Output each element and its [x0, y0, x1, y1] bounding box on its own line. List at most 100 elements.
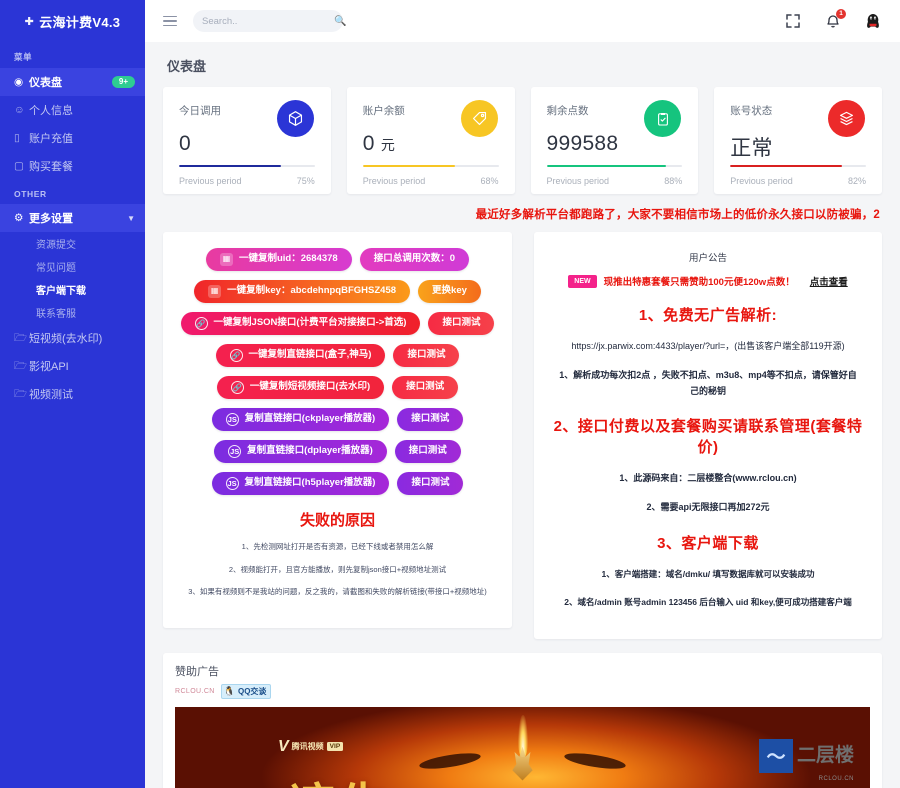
- copy-ckplayer-link-button[interactable]: JS 复制直链接口(ckplayer播放器): [211, 408, 390, 431]
- page-content: . 仪表盘 今日调用 0 Previous period 75%: [145, 42, 900, 788]
- section-1-title: 1、免费无广告解析:: [638, 307, 778, 324]
- button-label: 接口测试: [442, 317, 481, 329]
- link-icon: 🔗: [230, 381, 244, 394]
- api-test-button[interactable]: 接口测试: [392, 376, 459, 399]
- watermark-subtext: RCLOU.CN: [818, 775, 854, 782]
- grid-icon: ▦: [219, 253, 233, 266]
- announcement-title: 用户公告: [688, 253, 727, 264]
- folder-icon: 🗁: [14, 387, 28, 400]
- section-2-title: 2、接口付费以及套餐购买请联系管理(套餐特价): [553, 418, 863, 457]
- stat-progress-track: [362, 164, 499, 167]
- failure-reason-item: 3、如果有视频则不是我站的问题，反之我的，请截图和失败的解析链接(带接口+视频地…: [188, 587, 487, 596]
- sidebar-subitem-faq[interactable]: 常见问题: [0, 255, 145, 278]
- api-test-button[interactable]: 接口测试: [397, 408, 464, 431]
- sidebar-subitem-label: 常见问题: [36, 263, 76, 274]
- new-badge: NEW: [568, 274, 597, 288]
- stat-progress-fill: [179, 164, 281, 167]
- api-test-button[interactable]: 接口测试: [394, 440, 461, 463]
- button-label: 接口测试: [411, 413, 450, 425]
- button-label: 接口测试: [408, 445, 447, 457]
- grid-icon: ▦: [208, 285, 222, 298]
- stat-progress-fill: [730, 164, 842, 167]
- cart-icon: ▢: [14, 159, 24, 172]
- stat-unit: 元: [380, 137, 396, 153]
- sidebar-item-recharge[interactable]: ▯ 账户充值: [0, 124, 145, 152]
- sidebar-item-dashboard[interactable]: ◉ 仪表盘 9+: [0, 68, 145, 96]
- failure-reason-item: 1、先检测网址打开是否有资源，已经下线或者禁用怎么解: [241, 542, 434, 551]
- topbar-actions: 1: [784, 9, 882, 30]
- api-test-button[interactable]: 接口测试: [393, 344, 460, 367]
- fullscreen-icon[interactable]: [784, 12, 802, 30]
- sidebar-item-buy-package[interactable]: ▢ 购买套餐: [0, 152, 145, 180]
- copy-uid-button[interactable]: ▦ 一键复制uid：2684378: [205, 248, 352, 271]
- stat-number: 0: [362, 132, 375, 155]
- sidebar-subitem-contact-support[interactable]: 联系客服: [0, 301, 145, 324]
- button-label: 一键复制uid：2684378: [238, 253, 338, 265]
- sidebar-item-more-settings[interactable]: ⚙ 更多设置 ▼: [0, 204, 145, 232]
- sidebar-item-profile[interactable]: ☺ 个人信息: [0, 96, 145, 124]
- section-2-note-1: 1、此源码来自：二层楼整合(www.rclou.cn): [619, 473, 797, 484]
- button-row: JS 复制直链接口(ckplayer播放器) 接口测试: [173, 408, 502, 431]
- tag-icon: [460, 100, 498, 137]
- change-key-button[interactable]: 更换key: [418, 280, 481, 303]
- qq-penguin-icon[interactable]: [864, 12, 882, 30]
- sidebar-item-label: 个人信息: [29, 105, 73, 117]
- button-row: 🔗 一键复制JSON接口(计费平台对接接口->首选) 接口测试: [173, 312, 502, 335]
- qq-chat-label: QQ交谈: [237, 686, 267, 696]
- js-icon: JS: [225, 413, 239, 426]
- qq-penguin-icon: 🐧: [223, 685, 235, 696]
- announcement-link-label: 点击查看: [809, 277, 848, 288]
- copy-key-button[interactable]: ▦ 一键复制key：abcdehnpqBFGHSZ458: [194, 280, 411, 303]
- sidebar-item-video-test[interactable]: 🗁 视频测试: [0, 380, 145, 408]
- copy-json-api-button[interactable]: 🔗 一键复制JSON接口(计费平台对接接口->首选): [180, 312, 421, 335]
- sidebar-section-menu: 菜单: [14, 52, 33, 62]
- copy-short-video-api-button[interactable]: 🔗 一键复制短视频接口(去水印): [216, 376, 385, 399]
- ad-banner-image[interactable]: V 腾讯视频 VIP 凉生 〜 二层楼 RCLOU.CN: [175, 706, 870, 788]
- bell-badge-count: 1: [836, 9, 846, 19]
- gear-icon: ⚙: [14, 211, 24, 224]
- ad-title: 赞助广告: [175, 665, 219, 678]
- api-test-button[interactable]: 接口测试: [428, 312, 495, 335]
- js-icon: JS: [228, 445, 242, 458]
- button-row: 🔗 一键复制短视频接口(去水印) 接口测试: [173, 376, 502, 399]
- announcement-view-link[interactable]: 点击查看: [810, 274, 848, 288]
- hamburger-icon[interactable]: [159, 12, 181, 31]
- sidebar-subitem-resource-submit[interactable]: 资源提交: [0, 232, 145, 255]
- qq-chat-badge[interactable]: 🐧 QQ交谈: [220, 683, 272, 699]
- copy-dplayer-link-button[interactable]: JS 复制直链接口(dplayer播放器): [214, 440, 387, 463]
- stat-percent: 82%: [847, 176, 866, 186]
- vip-label: VIP: [326, 742, 344, 752]
- stat-foot-label: Previous period: [179, 176, 242, 186]
- section-2-note-2: 2、需要api无限接口再加272元: [646, 502, 770, 512]
- ad-banner-title: 凉生: [290, 769, 390, 788]
- stat-card-balance: 账户余额 0 元 Previous period 68%: [346, 87, 515, 194]
- sidebar: ✚ 云海计费V4.3 菜单 ◉ 仪表盘 9+ ☺ 个人信息 ▯ 账户充值 ▢ 购…: [0, 0, 145, 788]
- vip-v-letter: V: [278, 737, 289, 755]
- bell-icon[interactable]: 1: [824, 9, 846, 30]
- button-label: 接口测试: [406, 381, 445, 393]
- button-label: 一键复制短视频接口(去水印): [249, 381, 371, 393]
- copy-direct-link-box-button[interactable]: 🔗 一键复制直链接口(盒子,神马): [215, 344, 386, 367]
- copy-h5player-link-button[interactable]: JS 复制直链接口(h5player播放器): [211, 472, 390, 495]
- plus-circle-icon: ✚: [24, 15, 35, 28]
- stat-progress-track: [179, 164, 315, 167]
- button-label: 一键复制key：abcdehnpqBFGHSZ458: [227, 285, 397, 297]
- watermark-logo-icon: 〜: [758, 738, 793, 773]
- announcement-promo-text: 现推出特惠套餐只需赞助100元便120w点数！: [603, 277, 795, 288]
- stat-card-remaining-points: 剩余点数 999588 Previous period 88%: [530, 87, 699, 194]
- total-calls-button[interactable]: 接口总调用次数：0: [359, 248, 470, 271]
- sidebar-subitem-label: 资源提交: [36, 240, 76, 251]
- sidebar-subitem-client-download[interactable]: 客户端下载: [0, 278, 145, 301]
- sidebar-section-other: OTHER: [14, 189, 47, 199]
- sidebar-item-label: 影视API: [29, 361, 69, 373]
- sidebar-item-movie-api[interactable]: 🗁 影视API: [0, 352, 145, 380]
- brand-logo[interactable]: ✚ 云海计费V4.3: [0, 0, 145, 42]
- stat-footer: Previous period 82%: [730, 176, 866, 186]
- sidebar-item-short-video[interactable]: 🗁 短视频(去水印): [0, 324, 145, 352]
- search-input[interactable]: [202, 15, 334, 27]
- stat-footer: Previous period 68%: [363, 176, 499, 186]
- api-test-button[interactable]: 接口测试: [397, 472, 464, 495]
- stat-progress-track: [730, 164, 866, 167]
- search-box[interactable]: 🔍: [193, 10, 346, 32]
- button-row: JS 复制直链接口(h5player播放器) 接口测试: [173, 472, 502, 495]
